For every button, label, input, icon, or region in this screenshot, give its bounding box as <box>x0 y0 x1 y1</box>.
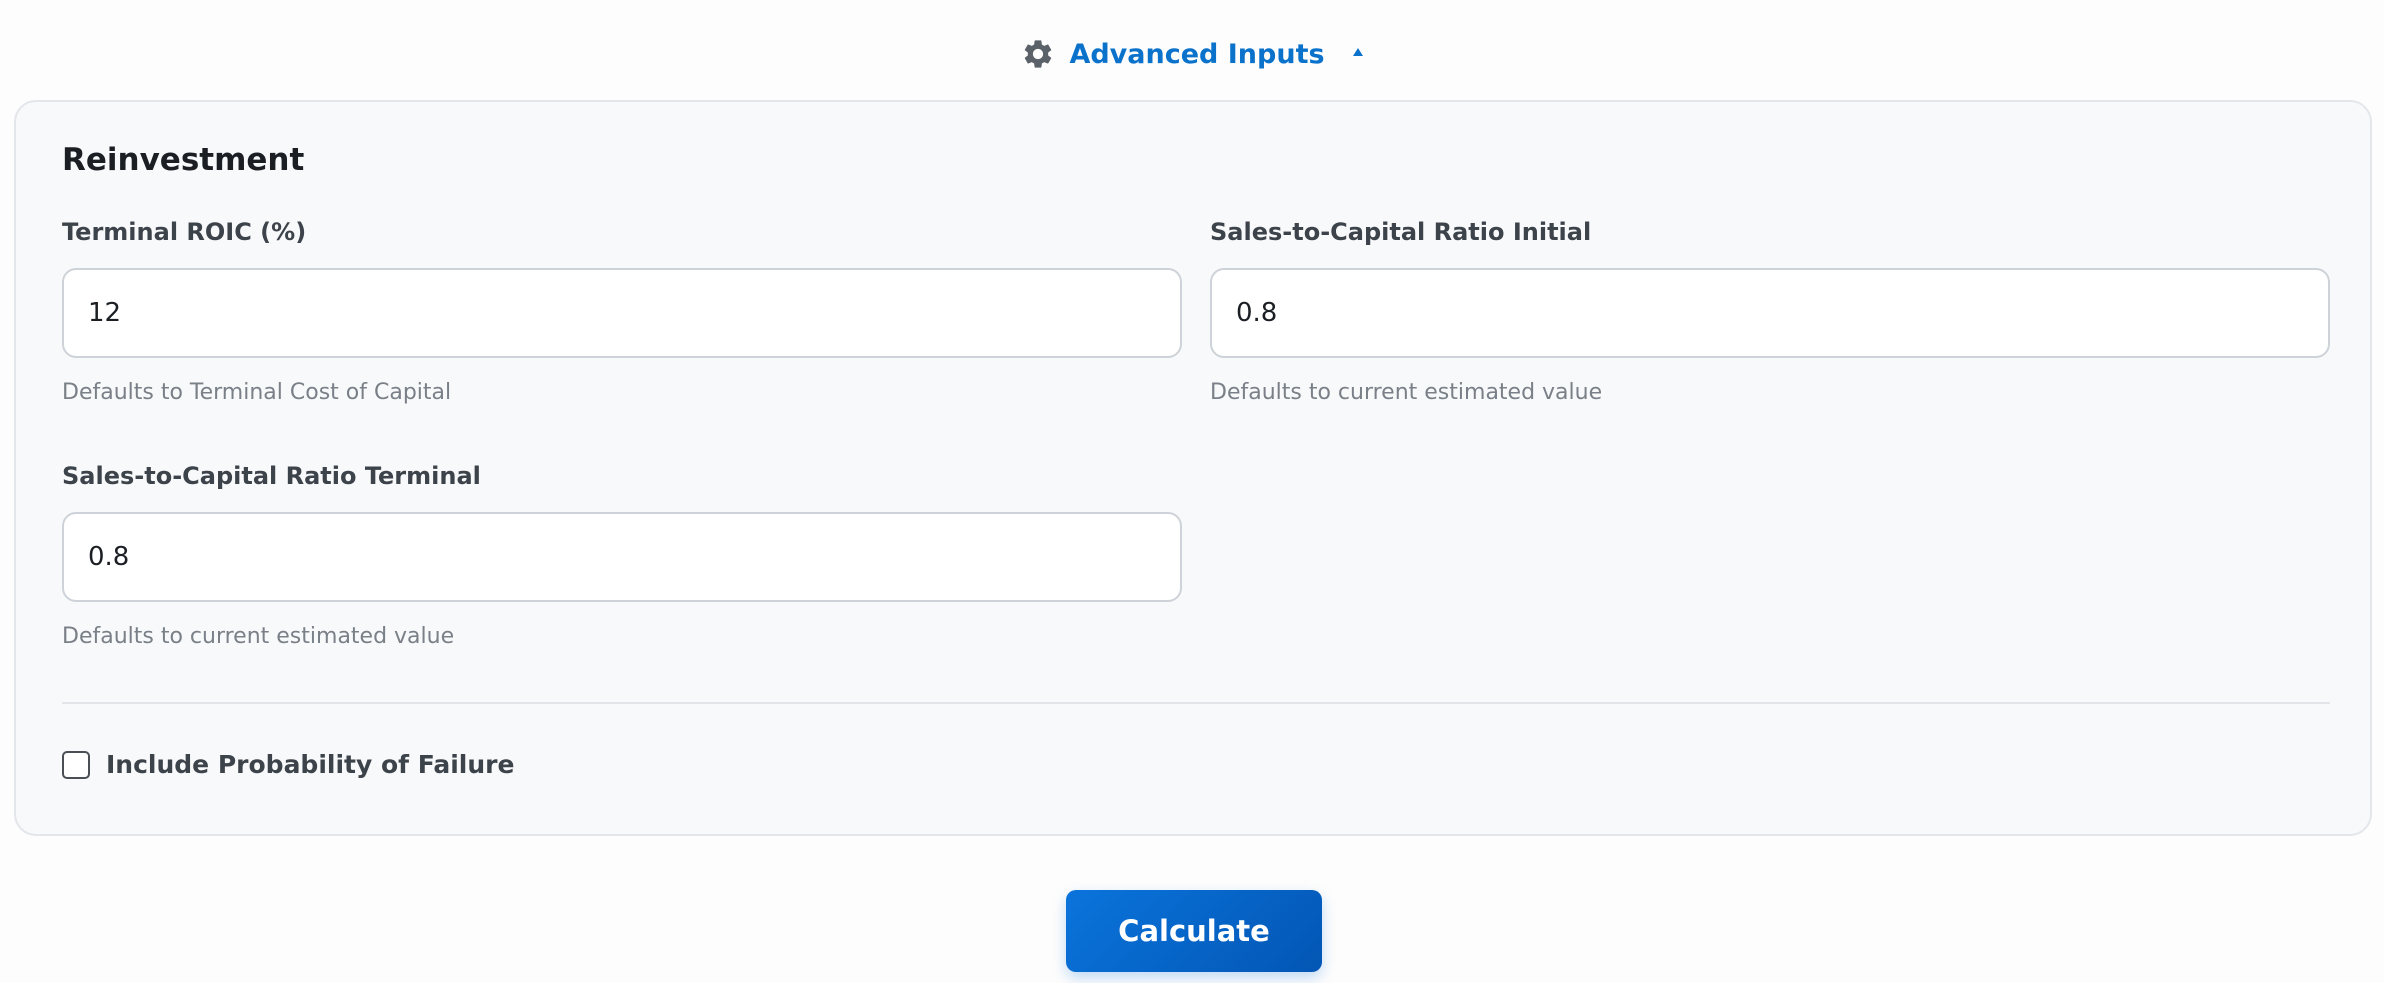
sales-to-capital-initial-hint: Defaults to current estimated value <box>1210 380 1603 405</box>
gear-icon <box>1025 40 1052 68</box>
divider <box>62 702 2330 704</box>
probability-of-failure-checkbox[interactable] <box>62 750 90 779</box>
section-title: Reinvestment <box>62 142 305 178</box>
caret-up-icon <box>1352 48 1363 56</box>
terminal-roic-hint: Defaults to Terminal Cost of Capital <box>62 380 452 405</box>
sales-to-capital-initial-field: Sales-to-Capital Ratio Initial Defaults … <box>1210 218 2330 405</box>
sales-to-capital-terminal-label: Sales-to-Capital Ratio Terminal <box>62 462 481 490</box>
sales-to-capital-terminal-input[interactable] <box>62 512 1182 602</box>
sales-to-capital-terminal-hint: Defaults to current estimated value <box>62 624 455 649</box>
terminal-roic-field: Terminal ROIC (%) Defaults to Terminal C… <box>62 218 1182 405</box>
sales-to-capital-initial-input[interactable] <box>1210 268 2330 358</box>
reinvestment-card: Reinvestment Terminal ROIC (%) Defaults … <box>14 100 2372 836</box>
calculate-button[interactable]: Calculate <box>1066 890 1322 972</box>
advanced-inputs-toggle[interactable]: Advanced Inputs <box>0 30 2384 78</box>
terminal-roic-label: Terminal ROIC (%) <box>62 218 307 246</box>
sales-to-capital-terminal-field: Sales-to-Capital Ratio Terminal Defaults… <box>62 462 1182 649</box>
advanced-inputs-title: Advanced Inputs <box>1069 38 1325 70</box>
probability-of-failure-row[interactable]: Include Probability of Failure <box>62 750 514 779</box>
sales-to-capital-initial-label: Sales-to-Capital Ratio Initial <box>1210 218 1592 246</box>
probability-of-failure-label: Include Probability of Failure <box>106 750 515 779</box>
terminal-roic-input[interactable] <box>62 268 1182 358</box>
